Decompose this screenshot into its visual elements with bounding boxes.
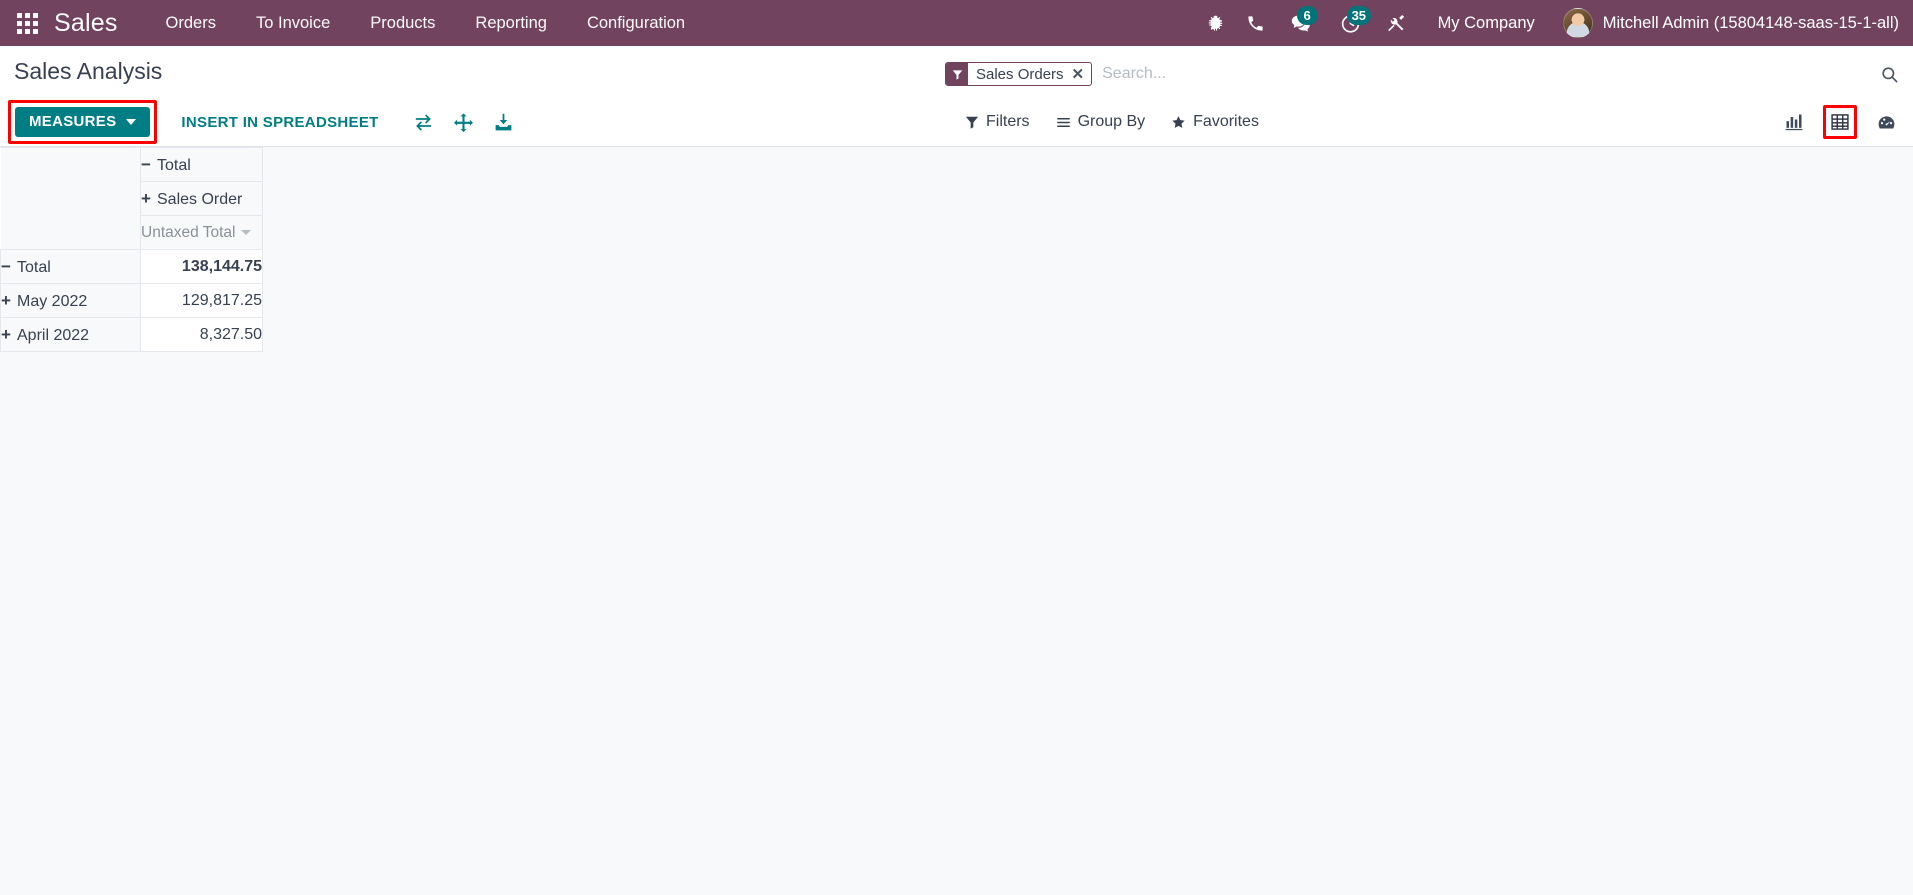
menu-item-products[interactable]: Products <box>350 0 455 46</box>
collapse-toggle-icon: − <box>1 256 11 276</box>
pivot-table-head: − Total + Sales Order Untaxed Total <box>0 147 263 250</box>
filters-dropdown[interactable]: Filters <box>965 113 1030 131</box>
pivot-row-label: Total <box>17 258 51 276</box>
group-by-label: Group By <box>1077 113 1146 130</box>
search-facet-label: Sales Orders <box>976 65 1064 83</box>
pivot-measure-header[interactable]: Untaxed Total <box>140 215 263 250</box>
bug-icon[interactable] <box>1196 0 1236 46</box>
search-facet-sales-orders[interactable]: Sales Orders ✕ <box>945 62 1093 86</box>
search-dropdowns: Filters Group By Favorites <box>965 113 1259 131</box>
measures-button-label: Measures <box>29 112 117 130</box>
pivot-corner-cell <box>0 147 141 250</box>
control-panel-top-row: Sales Analysis Sales Orders ✕ <box>0 46 1913 98</box>
pivot-col-group-label: Sales Order <box>157 190 243 208</box>
pivot-view-icon[interactable] <box>1823 105 1857 139</box>
download-xlsx-icon[interactable] <box>491 109 517 135</box>
chevron-down-icon <box>240 229 251 235</box>
expand-toggle-icon: + <box>1 290 11 310</box>
view-switcher <box>1781 105 1899 139</box>
pivot-col-total-header[interactable]: − Total <box>140 147 263 182</box>
avatar <box>1562 8 1593 38</box>
graph-view-icon[interactable] <box>1781 109 1807 135</box>
control-panel-bottom-row: Measures Insert in Spreadsheet <box>0 98 1913 146</box>
pivot-content-area: − Total + Sales Order Untaxed Total − Total… <box>0 147 1913 895</box>
table-row: + April 2022 8,327.50 <box>0 317 263 352</box>
top-navbar: Sales Orders To Invoice Products Reporti… <box>0 0 1913 46</box>
messages-badge: 6 <box>1296 6 1318 25</box>
flip-axis-icon[interactable] <box>411 109 437 135</box>
expand-toggle-icon: + <box>1 324 11 344</box>
menu-item-reporting[interactable]: Reporting <box>455 0 567 46</box>
favorites-dropdown[interactable]: Favorites <box>1171 113 1259 131</box>
pivot-header-row-total: − Total <box>0 147 263 250</box>
collapse-toggle-icon: − <box>141 154 151 174</box>
pivot-table-body: − Total 138,144.75 + May 2022 129,817.25 +… <box>0 249 263 352</box>
search-view: Sales Orders ✕ <box>945 62 1899 87</box>
pivot-table: − Total + Sales Order Untaxed Total − Total… <box>0 147 263 352</box>
activities-badge: 35 <box>1346 6 1372 25</box>
menu-item-to-invoice[interactable]: To Invoice <box>236 0 350 46</box>
measures-button[interactable]: Measures <box>15 106 151 138</box>
app-brand-sales[interactable]: Sales <box>54 0 146 46</box>
search-facet-label-wrap: Sales Orders ✕ <box>968 63 1091 85</box>
page-title: Sales Analysis <box>14 58 163 84</box>
pivot-toolbar-icons <box>411 109 517 135</box>
filter-funnel-icon <box>965 116 979 129</box>
activities-clock-icon[interactable]: 35 <box>1326 0 1376 46</box>
hamburger-lines-icon <box>1056 117 1070 127</box>
pivot-col-group-header[interactable]: + Sales Order <box>140 181 263 216</box>
apps-grid-icon <box>16 12 38 34</box>
magnifier-icon[interactable] <box>1872 65 1899 84</box>
close-icon[interactable]: ✕ <box>1072 67 1085 82</box>
user-name-label: Mitchell Admin (15804148-saas-15-1-all) <box>1602 13 1899 32</box>
filters-label: Filters <box>986 113 1030 130</box>
tools-icon[interactable] <box>1376 0 1416 46</box>
menu-item-orders[interactable]: Orders <box>146 0 236 46</box>
star-icon <box>1172 115 1185 128</box>
search-input[interactable] <box>1092 63 1872 85</box>
pivot-cell-value[interactable]: 129,817.25 <box>140 283 263 318</box>
table-row: − Total 138,144.75 <box>0 249 263 284</box>
pivot-row-label: April 2022 <box>17 326 90 344</box>
chevron-down-icon <box>126 119 137 125</box>
company-switcher[interactable]: My Company <box>1416 0 1553 46</box>
pivot-cell-value[interactable]: 8,327.50 <box>140 317 263 352</box>
favorites-label: Favorites <box>1193 113 1259 130</box>
messages-icon[interactable]: 6 <box>1276 0 1326 46</box>
apps-menu-button[interactable] <box>0 0 54 46</box>
menu-item-configuration[interactable]: Configuration <box>567 0 705 46</box>
measures-highlight-box: Measures <box>8 99 158 145</box>
group-by-dropdown[interactable]: Group By <box>1056 113 1146 131</box>
dashboard-view-icon[interactable] <box>1873 109 1899 135</box>
main-menu: Orders To Invoice Products Reporting Con… <box>146 0 706 46</box>
user-menu[interactable]: Mitchell Admin (15804148-saas-15-1-all) <box>1553 8 1899 38</box>
pivot-row-header-may-2022[interactable]: + May 2022 <box>0 283 141 318</box>
expand-toggle-icon: + <box>141 188 151 208</box>
pivot-col-total-label: Total <box>157 156 191 174</box>
pivot-row-header-april-2022[interactable]: + April 2022 <box>0 317 141 352</box>
pivot-cell-value[interactable]: 138,144.75 <box>140 249 263 284</box>
filter-funnel-icon <box>946 63 968 85</box>
navbar-right-tools: 6 35 My Company Mitchell Admin (15804148… <box>1196 0 1913 46</box>
pivot-measure-label: Untaxed Total <box>141 223 236 241</box>
pivot-row-header-total[interactable]: − Total <box>0 249 141 284</box>
expand-all-icon[interactable] <box>451 109 477 135</box>
control-panel: Sales Analysis Sales Orders ✕ Search... … <box>0 46 1913 147</box>
table-row: + May 2022 129,817.25 <box>0 283 263 318</box>
phone-icon[interactable] <box>1236 0 1276 46</box>
pivot-row-label: May 2022 <box>17 292 88 310</box>
insert-in-spreadsheet-button[interactable]: Insert in Spreadsheet <box>169 107 390 138</box>
